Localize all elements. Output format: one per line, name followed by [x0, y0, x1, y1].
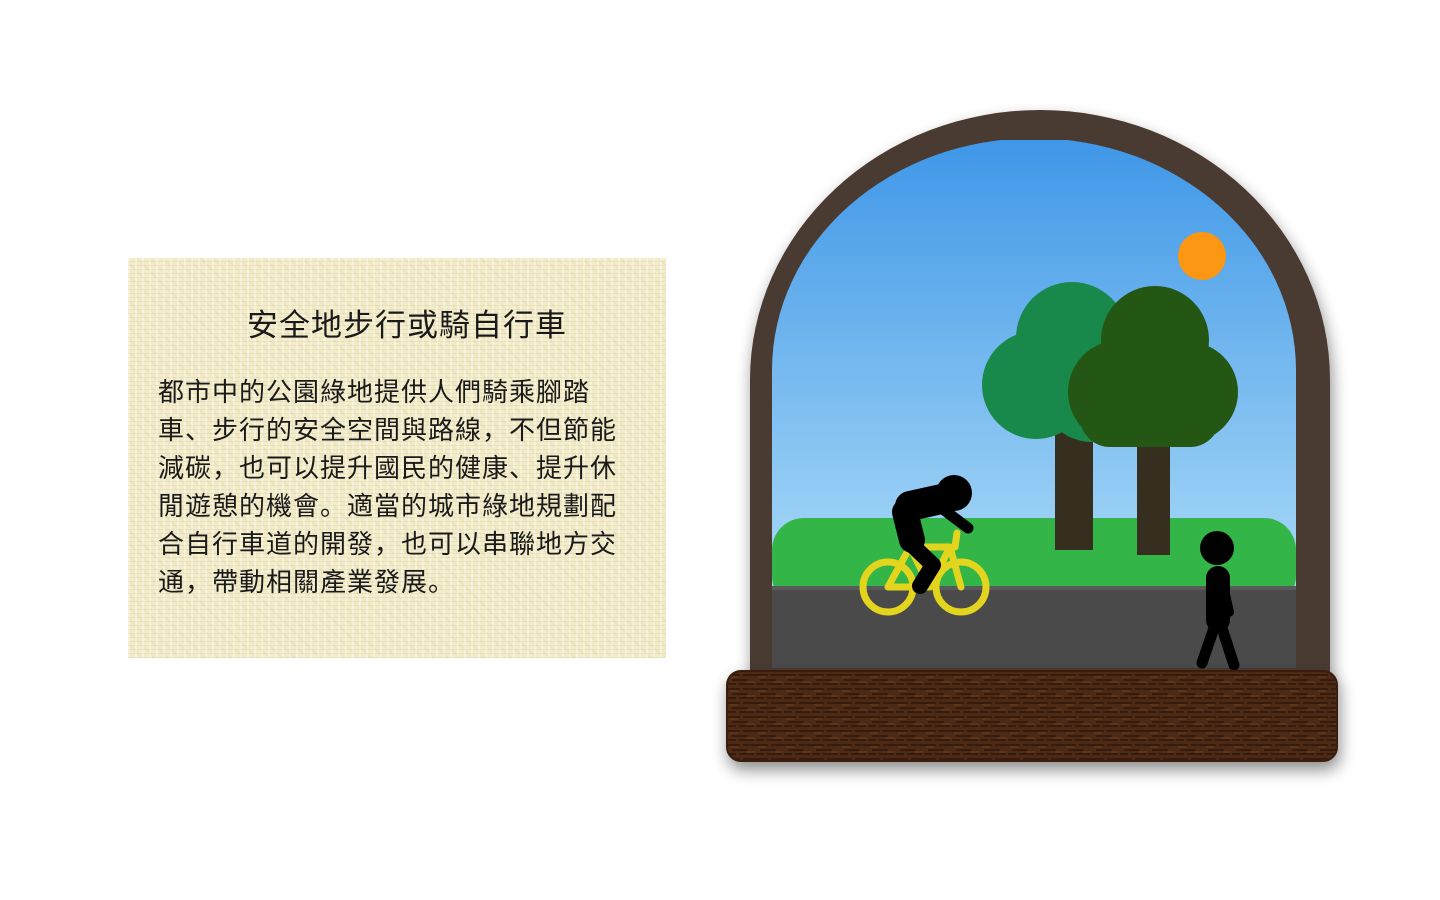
wooden-base [726, 670, 1338, 762]
sun-icon [1178, 232, 1226, 280]
park-scene-illustration [726, 110, 1338, 762]
